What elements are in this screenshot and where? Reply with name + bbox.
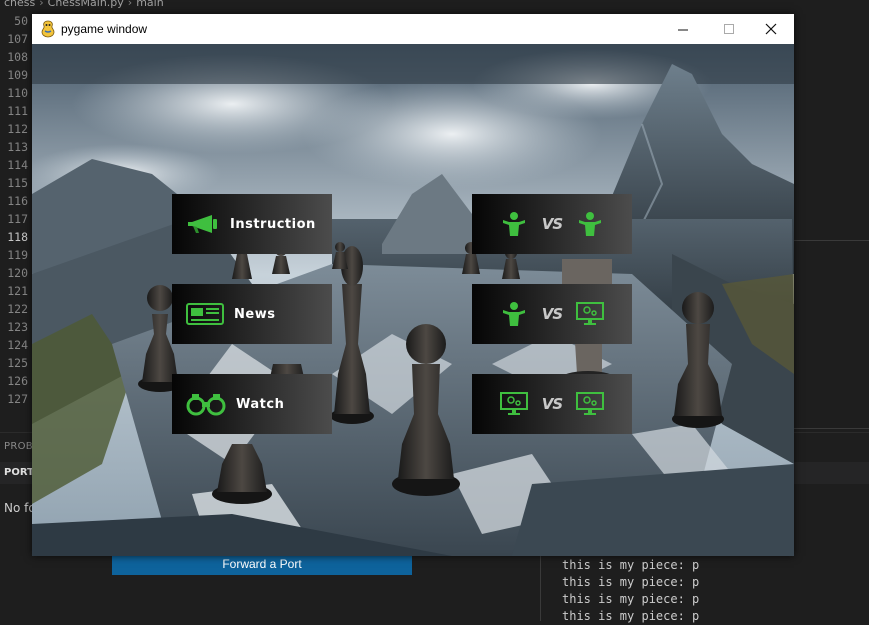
line-number: 122 <box>7 302 28 316</box>
news-button[interactable]: News <box>172 284 332 344</box>
news-label: News <box>234 306 276 322</box>
divider <box>794 240 869 241</box>
line-number: 114 <box>7 158 28 172</box>
terminal-line: this is my piece: p <box>562 592 700 606</box>
maximize-button[interactable] <box>706 14 752 44</box>
vs-label: VS <box>541 395 563 413</box>
newspaper-icon <box>186 302 224 326</box>
maximize-icon <box>723 23 734 34</box>
window-title: pygame window <box>61 22 148 36</box>
line-number: 113 <box>7 140 28 154</box>
terminal-line: this is my piece: p <box>562 558 700 572</box>
tab-problems[interactable]: PROB <box>4 441 33 452</box>
close-button[interactable] <box>748 14 794 44</box>
line-number-gutter: 50 107 108 109 110 111 112 113 114 115 1… <box>0 12 34 432</box>
watch-button[interactable]: Watch <box>172 374 332 434</box>
line-number: 109 <box>7 68 28 82</box>
line-number: 120 <box>7 266 28 280</box>
mode-computer-vs-computer-button[interactable]: VS <box>472 374 632 434</box>
instruction-label: Instruction <box>230 216 316 232</box>
line-number: 121 <box>7 284 28 298</box>
tab-ports[interactable]: PORT <box>4 467 34 478</box>
line-number-active: 118 <box>7 230 28 244</box>
line-number: 126 <box>7 374 28 388</box>
computer-icon <box>497 392 531 416</box>
breadcrumb: chess › ChessMain.py › main <box>0 0 869 12</box>
line-number: 124 <box>7 338 28 352</box>
human-icon <box>497 211 531 237</box>
vs-label: VS <box>541 215 563 233</box>
line-number: 50 <box>14 14 28 28</box>
breadcrumb-item[interactable]: main <box>136 0 163 9</box>
terminal-line: this is my piece: p <box>562 609 700 623</box>
line-number: 119 <box>7 248 28 262</box>
mode-human-vs-human-button[interactable]: VS <box>472 194 632 254</box>
mode-human-vs-computer-button[interactable]: VS <box>472 284 632 344</box>
forward-port-button[interactable]: Forward a Port <box>112 553 412 575</box>
line-number: 110 <box>7 86 28 100</box>
vs-label: VS <box>541 305 563 323</box>
minimize-button[interactable] <box>660 14 706 44</box>
breadcrumb-item[interactable]: ChessMain.py <box>48 0 124 9</box>
breadcrumb-item[interactable]: chess <box>4 0 35 9</box>
line-number: 108 <box>7 50 28 64</box>
line-number: 111 <box>7 104 28 118</box>
watch-label: Watch <box>236 396 285 412</box>
human-icon <box>497 301 531 327</box>
pygame-window: pygame window Instruction News Watch VS … <box>32 14 794 556</box>
line-number: 112 <box>7 122 28 136</box>
chess-menu-scene: Instruction News Watch VS VS VS <box>32 44 794 556</box>
line-number: 125 <box>7 356 28 370</box>
line-number: 123 <box>7 320 28 334</box>
line-number: 127 <box>7 392 28 406</box>
pygame-snake-icon <box>40 20 56 38</box>
binoculars-icon <box>186 392 226 416</box>
chessboard-background-image <box>32 44 794 556</box>
divider <box>794 428 869 429</box>
human-icon <box>573 211 607 237</box>
terminal-line: this is my piece: p <box>562 575 700 589</box>
line-number: 116 <box>7 194 28 208</box>
minimize-icon <box>677 29 688 30</box>
close-icon <box>765 23 777 35</box>
megaphone-icon <box>186 213 220 235</box>
terminal[interactable]: this is my piece: p this is my piece: p … <box>540 556 869 623</box>
ports-empty-message: No fo inter <box>4 501 34 515</box>
window-titlebar[interactable]: pygame window <box>32 14 794 44</box>
computer-icon <box>573 302 607 326</box>
line-number: 115 <box>7 176 28 190</box>
line-number: 117 <box>7 212 28 226</box>
line-number: 107 <box>7 32 28 46</box>
editor-right-area <box>794 12 869 428</box>
computer-icon <box>573 392 607 416</box>
instruction-button[interactable]: Instruction <box>172 194 332 254</box>
